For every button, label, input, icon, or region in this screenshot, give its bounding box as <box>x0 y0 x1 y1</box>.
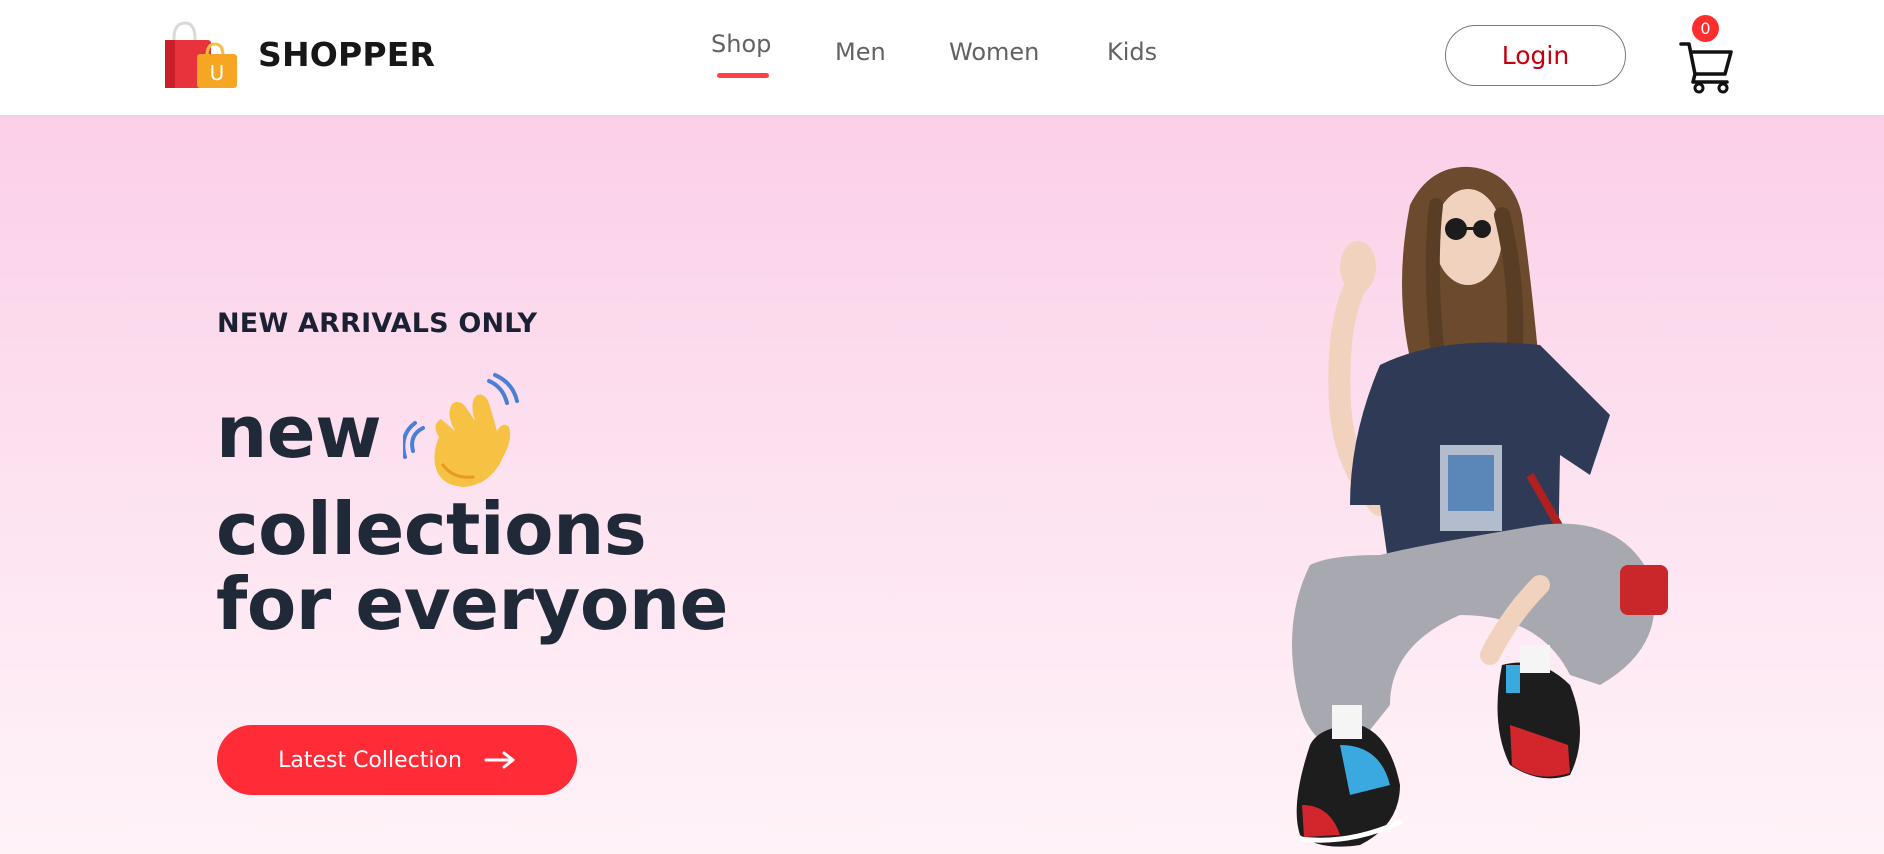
cart-count-badge: 0 <box>1692 15 1719 42</box>
active-indicator <box>717 73 769 78</box>
cart-icon[interactable] <box>1679 38 1735 94</box>
nav-item-kids[interactable]: Kids <box>1107 38 1157 66</box>
brand-name: SHOPPER <box>258 34 436 74</box>
nav-item-women-label: Women <box>949 38 1040 66</box>
waving-hand-icon <box>403 373 519 487</box>
latest-collection-label: Latest Collection <box>278 747 462 773</box>
hero-tagline: NEW ARRIVALS ONLY <box>217 308 538 339</box>
hero-heading-line-2: collections <box>216 487 647 571</box>
login-button[interactable]: Login <box>1445 25 1626 86</box>
nav-item-women[interactable]: Women <box>949 38 1039 66</box>
nav-item-shop[interactable]: Shop <box>711 30 772 78</box>
nav-item-men[interactable]: Men <box>835 38 886 66</box>
nav-item-kids-label: Kids <box>1107 38 1158 66</box>
nav-item-shop-label: Shop <box>711 30 772 58</box>
navbar: U SHOPPER Shop Men Women Kids Login 0 <box>0 0 1884 115</box>
shopping-bag-icon: U <box>165 21 237 88</box>
latest-collection-button[interactable]: Latest Collection <box>217 725 577 795</box>
nav-item-men-label: Men <box>835 38 886 66</box>
hero-heading-line-1: new <box>216 390 382 474</box>
fashion-model-photo <box>1292 166 1668 847</box>
arrow-right-icon <box>484 751 515 769</box>
hero-section: NEW ARRIVALS ONLY new collections for ev… <box>0 115 1884 854</box>
hero-heading-line-3: for everyone <box>216 562 728 646</box>
brand[interactable]: U SHOPPER <box>163 18 435 90</box>
logo-letter: U <box>210 61 225 85</box>
